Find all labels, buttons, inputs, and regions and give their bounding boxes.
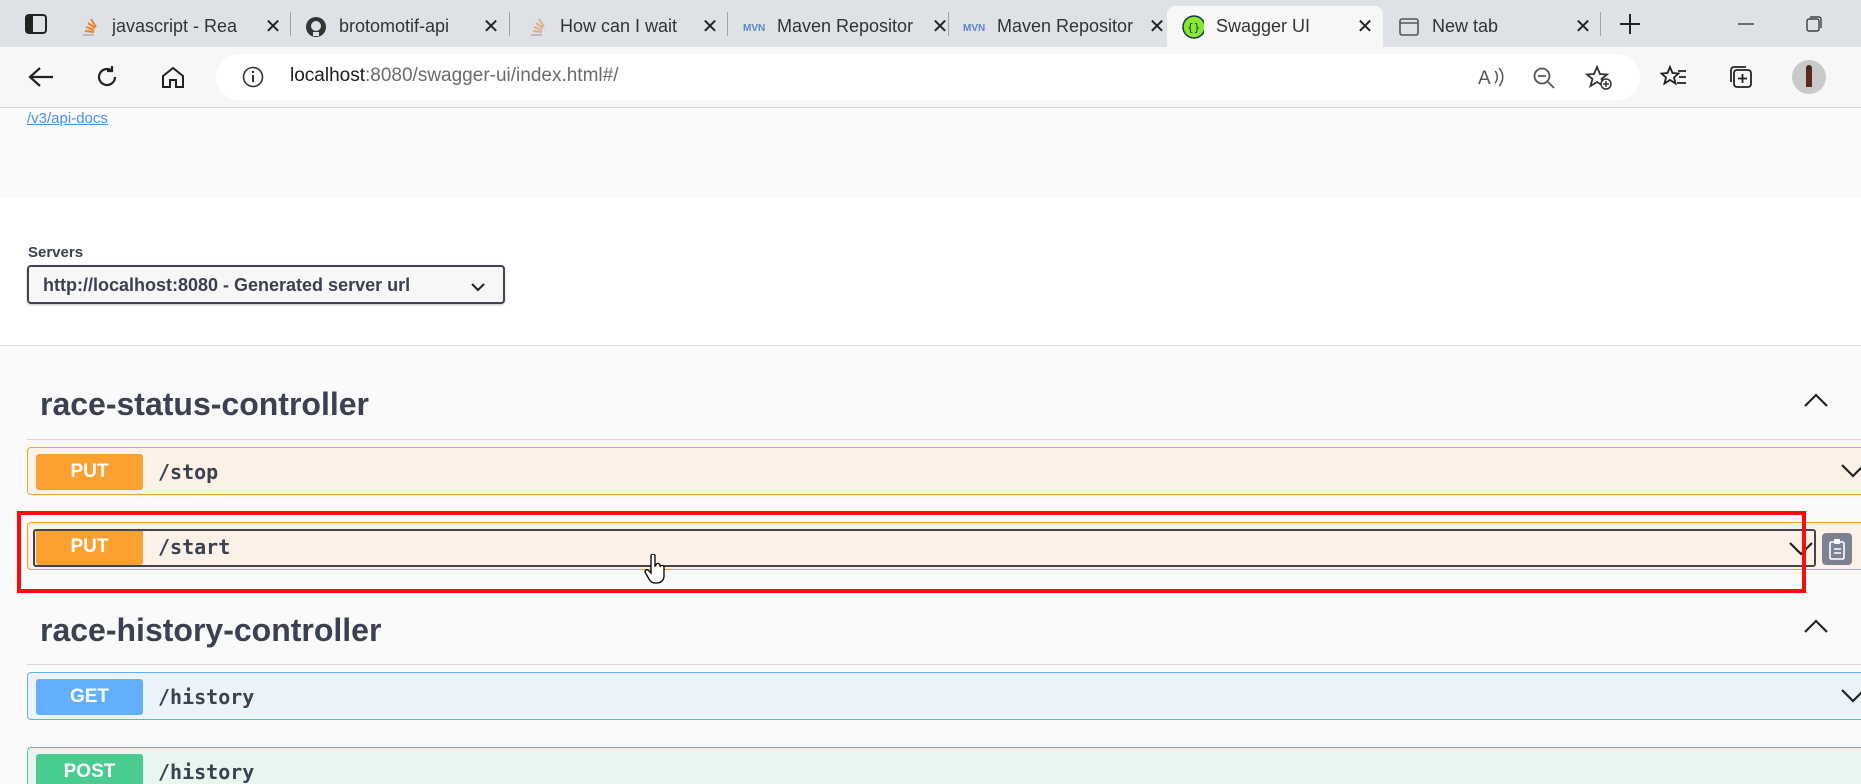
tab-title: How can I wait: [560, 16, 678, 36]
tab-title: Maven Repositor: [777, 16, 914, 36]
operation-post-history[interactable]: POST /history: [27, 747, 1861, 784]
close-icon[interactable]: ✕: [1147, 14, 1167, 39]
chevron-up-icon[interactable]: [1803, 618, 1829, 639]
minimize-icon[interactable]: [1716, 0, 1776, 47]
browser-tab[interactable]: javascript - Rea ✕: [78, 6, 283, 47]
browser-tab[interactable]: MVN Maven Repositor ✕: [743, 6, 950, 47]
maven-icon: MVN: [963, 16, 985, 38]
copy-to-clipboard-button[interactable]: [1822, 533, 1852, 565]
operation-path: /history: [158, 685, 255, 709]
servers-label: Servers: [28, 244, 84, 261]
swagger-page: /v3/api-docs Servers http://localhost:80…: [0, 108, 1861, 784]
method-badge: PUT: [36, 454, 143, 490]
tab-separator: [948, 12, 949, 36]
tab-separator: [509, 12, 510, 36]
collections-icon[interactable]: [1719, 47, 1763, 107]
close-icon[interactable]: ✕: [930, 14, 950, 39]
chevron-down-icon[interactable]: [1840, 687, 1861, 708]
zoom-out-icon[interactable]: [1532, 66, 1556, 95]
svg-text:A: A: [1478, 68, 1491, 88]
method-badge: POST: [36, 754, 143, 784]
api-docs-link[interactable]: /v3/api-docs: [27, 110, 108, 127]
close-icon[interactable]: ✕: [700, 14, 720, 39]
browser-tab-active[interactable]: {} Swagger UI ✕: [1167, 6, 1383, 47]
browser-tab[interactable]: New tab ✕: [1398, 6, 1593, 47]
operation-get-history[interactable]: GET /history: [27, 672, 1861, 720]
tab-separator: [727, 12, 728, 36]
servers-select[interactable]: http://localhost:8080 - Generated server…: [27, 265, 505, 304]
info-icon[interactable]: [242, 66, 264, 93]
favorites-icon[interactable]: [1652, 47, 1696, 107]
newtab-icon: [1398, 16, 1420, 38]
tab-title: New tab: [1432, 16, 1499, 36]
tag-title[interactable]: race-history-controller: [40, 612, 381, 649]
close-icon[interactable]: ✕: [263, 14, 283, 39]
method-badge: GET: [36, 679, 143, 715]
clipboard-icon: [1829, 539, 1845, 560]
svg-text:{}: {}: [1187, 21, 1200, 34]
avatar[interactable]: [1787, 47, 1831, 107]
home-icon[interactable]: [151, 47, 195, 107]
tab-title: Swagger UI: [1216, 16, 1311, 36]
highlight-box: [17, 511, 1806, 593]
operation-path: /history: [158, 760, 255, 784]
browser-toolbar: localhost:8080/swagger-ui/index.html#/ A: [0, 47, 1861, 108]
url-text[interactable]: localhost:8080/swagger-ui/index.html#/: [290, 65, 618, 87]
tag-divider: [27, 439, 1861, 440]
tag-title[interactable]: race-status-controller: [40, 386, 369, 423]
tab-title: brotomotif-api: [339, 16, 450, 36]
read-aloud-icon[interactable]: A: [1478, 66, 1504, 93]
tab-title: javascript - Rea: [112, 16, 238, 36]
url-host: localhost: [290, 65, 365, 86]
chevron-down-icon[interactable]: [1840, 462, 1861, 483]
server-selected-value: http://localhost:8080 - Generated server…: [43, 275, 411, 295]
browser-tab-strip: javascript - Rea ✕ brotomotif-api ✕ How …: [0, 0, 1861, 47]
operation-put-stop[interactable]: PUT /stop: [27, 447, 1861, 495]
browser-tab[interactable]: brotomotif-api ✕: [305, 6, 501, 47]
stackoverflow-icon: [526, 16, 548, 38]
swagger-icon: {}: [1182, 14, 1204, 39]
tab-title: Maven Repositor: [997, 16, 1134, 36]
chevron-down-icon: [471, 279, 485, 297]
close-icon[interactable]: ✕: [481, 14, 501, 39]
tag-divider: [27, 664, 1861, 665]
url-path: :8080/swagger-ui/index.html#/: [365, 65, 619, 86]
new-tab-button[interactable]: [1600, 0, 1660, 47]
back-arrow-icon[interactable]: [19, 47, 63, 107]
browser-tab[interactable]: How can I wait ✕: [526, 6, 720, 47]
add-favorite-icon[interactable]: [1584, 64, 1613, 96]
refresh-icon[interactable]: [85, 47, 129, 107]
maven-icon-text: MVN: [743, 23, 765, 34]
maven-icon-text: MVN: [963, 23, 985, 34]
github-icon: [305, 16, 327, 38]
close-icon[interactable]: ✕: [1573, 14, 1593, 39]
tab-separator: [290, 12, 291, 36]
restore-icon[interactable]: [1784, 0, 1844, 47]
close-icon[interactable]: ✕: [1355, 14, 1375, 39]
tab-actions-icon[interactable]: [14, 0, 58, 47]
stackoverflow-icon: [78, 16, 100, 38]
chevron-up-icon[interactable]: [1803, 392, 1829, 413]
browser-tab[interactable]: MVN Maven Repositor ✕: [963, 6, 1167, 47]
operation-path: /stop: [158, 460, 219, 484]
address-bar[interactable]: localhost:8080/swagger-ui/index.html#/ A: [216, 54, 1640, 100]
maven-icon: MVN: [743, 16, 765, 38]
